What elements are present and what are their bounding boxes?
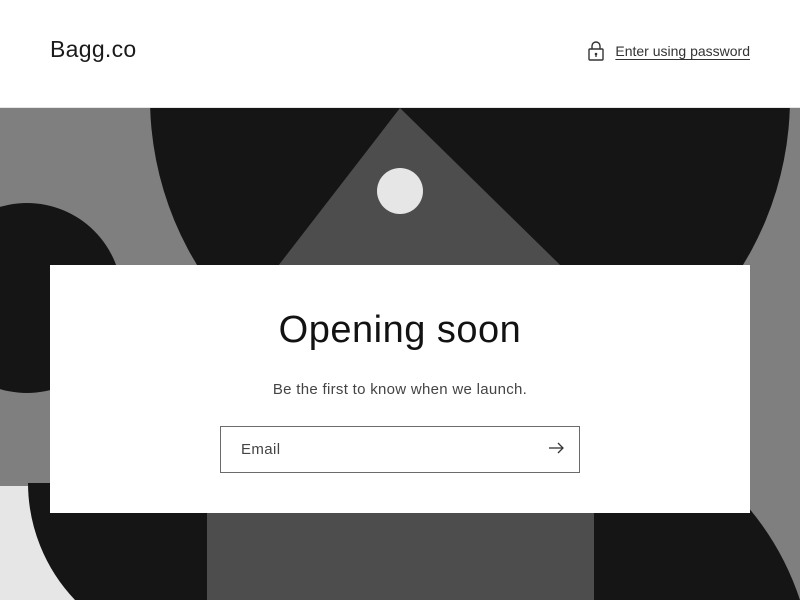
page-title: Opening soon (278, 309, 522, 351)
submit-button[interactable] (533, 427, 579, 472)
opening-soon-card: Opening soon Be the first to know when w… (50, 265, 750, 513)
lock-icon (587, 40, 605, 62)
subtitle: Be the first to know when we launch. (272, 381, 528, 398)
brand-logo[interactable]: Bagg.co (50, 36, 137, 63)
email-input[interactable] (221, 427, 531, 472)
arrow-right-icon (548, 442, 564, 457)
newsletter-form (220, 426, 580, 473)
enter-password-label: Enter using password (615, 43, 750, 59)
site-header: Bagg.co Enter using password (0, 0, 800, 108)
enter-password-link[interactable]: Enter using password (587, 40, 750, 62)
